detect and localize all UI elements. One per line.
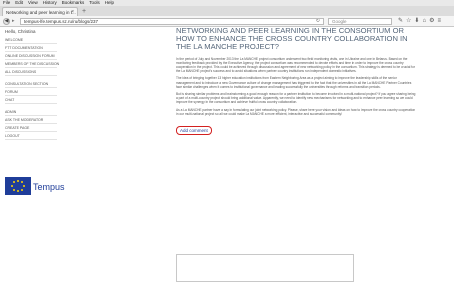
new-tab-icon[interactable]: + <box>82 8 86 15</box>
close-tab-icon[interactable]: × <box>71 8 74 16</box>
flag-star <box>17 180 19 182</box>
pen-icon[interactable]: ✎ <box>398 18 406 24</box>
sidebar-item-consultation[interactable]: Consultation Section <box>5 80 57 88</box>
sidebar-item-online-forum[interactable]: Online Discussion Forum <box>5 52 57 60</box>
article-paragraph: But is sharing similar problems and brai… <box>176 92 416 105</box>
address-bar[interactable]: tempus-lfe.tempus.sz.ru/ru/blogs/237 ↻ <box>20 18 324 25</box>
menu-history[interactable]: History <box>43 0 57 5</box>
url-text: tempus-lfe.tempus.sz.ru/ru/blogs/237 <box>24 19 99 24</box>
sidebar-item-create-page[interactable]: Create Page <box>5 124 57 132</box>
menu-file[interactable]: File <box>3 0 10 5</box>
page-content: Hello, Christina Welcome FTT Documentati… <box>0 26 454 282</box>
menu-edit[interactable]: Edit <box>15 0 23 5</box>
comment-textarea[interactable] <box>176 254 354 282</box>
add-comment-link[interactable]: Add comment <box>176 126 212 136</box>
toolbar-icons: ✎☆⬇⌂⚙≡ <box>398 17 444 25</box>
article-paragraph: The idea of bringing together 13 higher … <box>176 76 412 89</box>
sidebar-item-welcome[interactable]: Welcome <box>5 36 57 44</box>
flag-star <box>13 189 15 191</box>
sidebar-item-members[interactable]: Members of the Discussion <box>5 60 59 68</box>
menu-view[interactable]: View <box>28 0 38 5</box>
sidebar-item-logout[interactable]: Logout <box>5 132 57 140</box>
menu-icon[interactable]: ≡ <box>437 18 444 24</box>
sidebar: Hello, Christina Welcome FTT Documentati… <box>5 29 59 140</box>
back-arrow-icon[interactable]: ◀ <box>3 18 10 25</box>
menu-help[interactable]: Help <box>105 0 114 5</box>
reload-icon[interactable]: ↻ <box>316 19 320 24</box>
article-paragraph: As a La MANCHE partner have a say in for… <box>176 107 416 116</box>
sidebar-item-admin[interactable]: Admin <box>5 108 57 116</box>
tab-strip: Networking and peer learning in t... × + <box>0 6 454 16</box>
tab-title: Networking and peer learning in t... <box>6 10 76 15</box>
sidebar-item-ask-moderator[interactable]: Ask the Moderator <box>5 116 57 124</box>
flag-star <box>21 189 23 191</box>
sidebar-item-all-discussions[interactable]: All Discussions <box>5 68 57 76</box>
flag-star <box>23 185 25 187</box>
eu-flag-logo <box>5 177 31 195</box>
sidebar-item-ftt-documentation[interactable]: FTT Documentation <box>5 44 57 52</box>
sidebar-item-forum[interactable]: Forum <box>5 88 57 96</box>
article-title: Networking and peer learning in the cons… <box>176 26 408 52</box>
tempus-logo: Tempus <box>33 182 65 192</box>
user-greeting: Hello, Christina <box>5 29 36 34</box>
article: Networking and peer learning in the cons… <box>176 26 416 137</box>
browser-tab[interactable]: Networking and peer learning in t... × <box>2 7 78 16</box>
search-engine-label: Google <box>332 19 347 24</box>
flag-star <box>17 190 19 192</box>
flag-star <box>13 181 15 183</box>
search-input[interactable]: Google <box>328 18 392 25</box>
menu-bookmarks[interactable]: Bookmarks <box>62 0 85 5</box>
flag-star <box>21 181 23 183</box>
sidebar-item-chat[interactable]: Chat <box>5 96 57 104</box>
flag-star <box>11 185 13 187</box>
article-paragraph: In the period of July and November 2013 … <box>176 56 415 74</box>
menu-tools[interactable]: Tools <box>89 0 100 5</box>
forward-arrow-icon[interactable]: ▸ <box>12 19 15 24</box>
